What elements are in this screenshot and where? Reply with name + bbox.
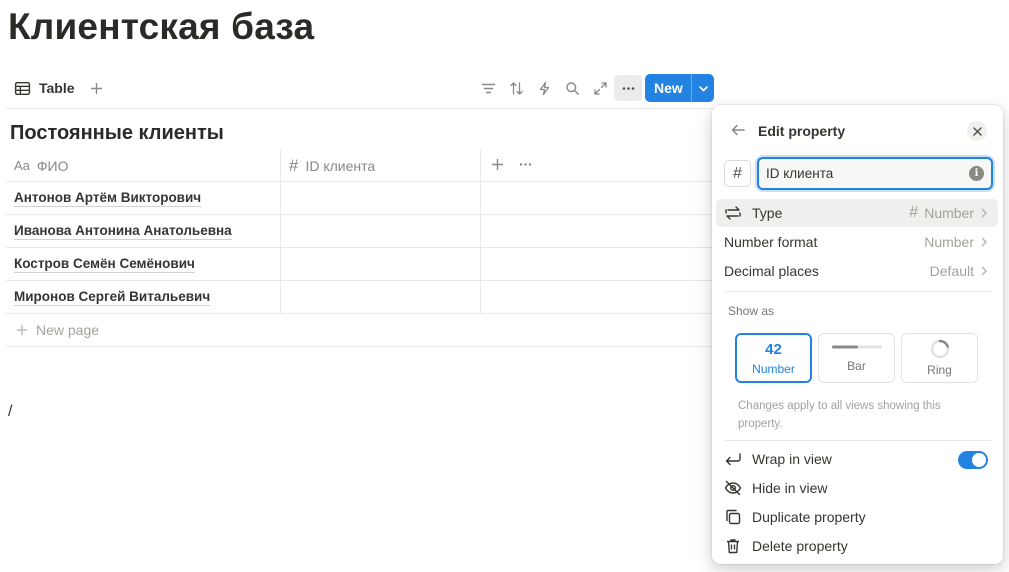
new-button-label: New — [654, 80, 683, 96]
open-full-page-button[interactable] — [586, 75, 614, 101]
plus-icon — [16, 324, 28, 336]
page-title[interactable]: Клиентская база — [8, 6, 314, 48]
column-label: ID клиента — [305, 157, 376, 174]
close-icon — [972, 126, 982, 136]
name-cell[interactable]: Антонов Артём Викторович — [6, 182, 281, 214]
decimal-places-label: Decimal places — [724, 263, 819, 279]
type-row[interactable]: Type # Number — [716, 199, 998, 227]
client-id-cell[interactable] — [281, 215, 481, 247]
edit-property-panel: Edit property # i Type # Number Number f… — [712, 105, 1003, 564]
eye-slash-icon — [724, 480, 748, 496]
expand-icon — [593, 81, 607, 95]
divider — [724, 440, 991, 441]
view-tab-table[interactable]: Table — [14, 76, 75, 100]
text-type-icon: Aa — [14, 158, 30, 173]
show-as-number-option[interactable]: 42 Number — [735, 333, 812, 383]
option-label: Bar — [847, 359, 866, 373]
back-arrow-icon[interactable] — [730, 122, 746, 143]
delete-property-label: Delete property — [752, 538, 848, 554]
chevron-right-icon — [981, 208, 987, 218]
chevron-right-icon — [981, 237, 987, 247]
delete-property-row[interactable]: Delete property — [716, 532, 998, 560]
database-toolbar: Table New — [6, 72, 714, 104]
option-label: Number — [752, 361, 795, 376]
column-header-client-id[interactable]: # ID клиента — [281, 150, 481, 181]
column-label: ФИО — [36, 157, 69, 174]
table-row[interactable]: Костров Семён Семёнович — [6, 248, 714, 281]
duplicate-property-row[interactable]: Duplicate property — [716, 503, 998, 531]
new-page-label: New page — [36, 322, 100, 338]
more-options-button[interactable] — [614, 75, 642, 101]
number-type-icon: # — [909, 204, 919, 221]
table-header: Aa ФИО # ID клиента — [6, 150, 714, 182]
name-cell[interactable]: Иванова Антонина Анатольевна — [6, 215, 281, 247]
wrap-in-view-row[interactable]: Wrap in view — [716, 445, 998, 473]
table-row[interactable]: Миронов Сергей Витальевич — [6, 281, 714, 314]
option-label: Ring — [927, 363, 952, 377]
plus-icon — [90, 82, 102, 94]
number-format-value: Number — [924, 234, 974, 250]
column-header-name[interactable]: Aa ФИО — [6, 150, 281, 181]
panel-title: Edit property — [758, 123, 846, 139]
name-cell[interactable]: Костров Семён Семёнович — [6, 248, 281, 280]
view-tab-label: Table — [39, 80, 75, 96]
ring-preview-icon — [930, 339, 949, 359]
decimal-places-value: Default — [929, 263, 974, 279]
divider — [724, 291, 991, 292]
more-icon — [622, 86, 634, 90]
search-icon — [565, 81, 579, 95]
add-view-button[interactable] — [86, 78, 106, 98]
show-as-bar-option[interactable]: Bar — [818, 333, 895, 383]
bar-preview-icon — [831, 345, 882, 349]
client-id-cell[interactable] — [281, 248, 481, 280]
property-icon-picker[interactable]: # — [724, 160, 751, 187]
wrap-in-view-label: Wrap in view — [752, 451, 832, 467]
trash-icon — [724, 538, 748, 554]
new-page-button[interactable]: New page — [6, 314, 714, 347]
property-name-input[interactable] — [766, 164, 966, 183]
lightning-icon — [539, 81, 549, 95]
number-format-label: Number format — [724, 234, 818, 250]
close-button[interactable] — [967, 121, 987, 141]
client-id-cell[interactable] — [281, 281, 481, 313]
type-label: Type — [752, 205, 783, 221]
search-button[interactable] — [558, 75, 586, 101]
table-icon — [14, 81, 31, 95]
property-name-field[interactable]: i — [757, 157, 993, 190]
column-more-icon[interactable] — [518, 157, 533, 175]
client-id-cell[interactable] — [281, 182, 481, 214]
new-button[interactable]: New — [645, 74, 714, 102]
new-dropdown-chevron-icon[interactable] — [692, 83, 714, 94]
type-swap-icon — [724, 205, 748, 221]
show-as-ring-option[interactable]: Ring — [901, 333, 978, 383]
chevron-right-icon — [981, 266, 987, 276]
number-format-row[interactable]: Number format Number — [716, 228, 998, 256]
number-type-icon: # — [289, 155, 299, 175]
wrap-in-view-toggle[interactable] — [958, 451, 988, 469]
filter-icon — [481, 83, 495, 93]
sort-button[interactable] — [502, 75, 530, 101]
duplicate-icon — [724, 509, 748, 525]
decimal-places-row[interactable]: Decimal places Default — [716, 257, 998, 285]
automation-button[interactable] — [530, 75, 558, 101]
filter-button[interactable] — [474, 75, 502, 101]
add-column-icon[interactable] — [491, 158, 504, 174]
number-preview: 42 — [765, 340, 782, 358]
duplicate-property-label: Duplicate property — [752, 509, 866, 525]
toolbar-divider — [6, 108, 714, 109]
type-value: Number — [924, 205, 974, 221]
editor-text-cursor[interactable]: / — [8, 403, 12, 421]
hide-in-view-row[interactable]: Hide in view — [716, 474, 998, 502]
show-as-note: Changes apply to all views showing this … — [738, 400, 941, 430]
info-icon[interactable]: i — [969, 166, 984, 181]
table-row[interactable]: Иванова Антонина Анатольевна — [6, 215, 714, 248]
database-table: Aa ФИО # ID клиента Антонов Артём Виктор… — [6, 150, 714, 347]
database-title[interactable]: Постоянные клиенты — [10, 122, 224, 145]
table-row[interactable]: Антонов Артём Викторович — [6, 182, 714, 215]
show-as-label: Show as — [728, 304, 775, 318]
name-cell[interactable]: Миронов Сергей Витальевич — [6, 281, 281, 313]
sort-icon — [509, 81, 523, 95]
hide-in-view-label: Hide in view — [752, 480, 828, 496]
wrap-icon — [724, 451, 748, 467]
